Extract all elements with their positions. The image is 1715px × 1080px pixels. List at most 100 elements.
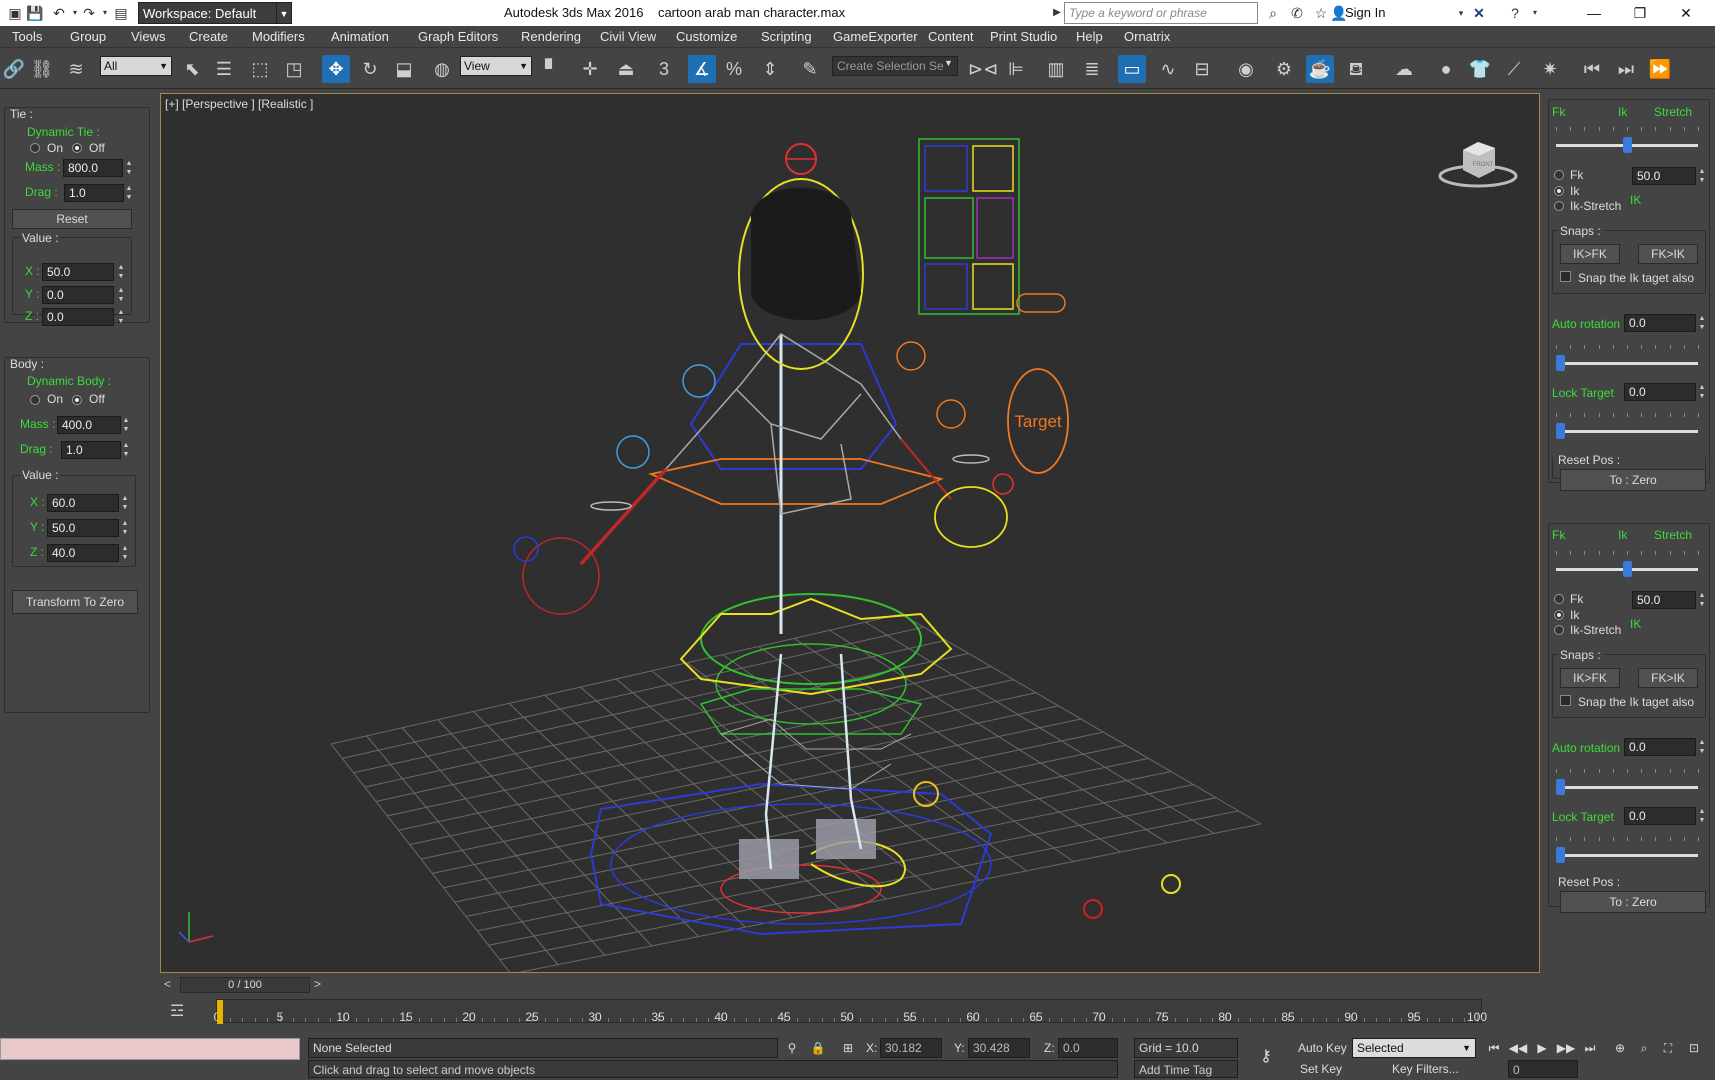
workspace-dropdown[interactable]: Workspace: Default ▼ bbox=[138, 2, 292, 24]
fk-ik-value-spinner[interactable]: ▲ ▼ bbox=[1697, 591, 1707, 609]
time-slider-prev-icon[interactable]: < bbox=[164, 977, 171, 991]
menu-gameexporter[interactable]: GameExporter bbox=[833, 29, 918, 44]
menu-print-studio[interactable]: Print Studio bbox=[990, 29, 1057, 44]
torso-controls[interactable] bbox=[648, 334, 944, 634]
select-and-manipulate-icon[interactable]: ✛ bbox=[576, 55, 604, 83]
to-zero-button[interactable]: To : Zero bbox=[1560, 469, 1706, 491]
bind-space-warp-icon[interactable]: ≋ bbox=[62, 55, 90, 83]
snap-ik-target-checkbox[interactable] bbox=[1560, 695, 1571, 706]
add-time-tag-button[interactable]: Add Time Tag bbox=[1134, 1060, 1238, 1078]
go-to-start-icon[interactable]: ⏮ bbox=[1484, 1039, 1504, 1057]
render-setup-icon[interactable]: ⚙ bbox=[1270, 55, 1298, 83]
body-mass-field[interactable]: 400.0 bbox=[57, 416, 121, 434]
auto-rotation-spinner[interactable]: ▲ ▼ bbox=[1697, 314, 1707, 332]
fk-ik-value-spinner[interactable]: ▲ ▼ bbox=[1697, 167, 1707, 185]
pelvis-controls[interactable] bbox=[679, 593, 953, 735]
transform-to-zero-button[interactable]: Transform To Zero bbox=[12, 590, 138, 614]
lock-target-slider-track[interactable] bbox=[1556, 430, 1698, 433]
tie-x-spinner[interactable]: ▲ ▼ bbox=[116, 263, 126, 281]
select-and-place-icon[interactable]: ◍ bbox=[428, 55, 456, 83]
workspace-menu-button[interactable]: ▼ bbox=[276, 2, 292, 24]
named-selection-set-dropdown[interactable]: Create Selection Se bbox=[832, 56, 958, 76]
menu-modifiers[interactable]: Modifiers bbox=[252, 29, 305, 44]
menu-rendering[interactable]: Rendering bbox=[521, 29, 581, 44]
auto-rotation-field[interactable]: 0.0 bbox=[1624, 738, 1696, 756]
select-by-name-icon[interactable]: ☰ bbox=[210, 55, 238, 83]
menu-help[interactable]: Help bbox=[1076, 29, 1103, 44]
rendered-frame-window-icon[interactable]: ☕ bbox=[1306, 55, 1334, 83]
coord-z-field[interactable]: 0.0 bbox=[1058, 1038, 1118, 1058]
fk-ik-slider-thumb[interactable] bbox=[1623, 561, 1632, 577]
tie-off-radio[interactable] bbox=[72, 143, 82, 153]
tie-mass-field[interactable]: 800.0 bbox=[63, 159, 123, 177]
align-icon[interactable]: ⊫ bbox=[1002, 55, 1030, 83]
render-in-cloud-icon[interactable]: ☁ bbox=[1390, 55, 1418, 83]
tie-drag-spinner[interactable]: ▲ ▼ bbox=[124, 184, 134, 202]
body-y-field[interactable]: 50.0 bbox=[47, 519, 119, 537]
body-off-radio[interactable] bbox=[72, 395, 82, 405]
curve-editor-icon[interactable]: ∿ bbox=[1154, 55, 1182, 83]
ik-radio[interactable] bbox=[1554, 610, 1564, 620]
select-and-scale-icon[interactable]: ⬓ bbox=[390, 55, 418, 83]
layer-explorer-icon[interactable]: ≣ bbox=[1078, 55, 1106, 83]
edit-named-selection-icon[interactable]: ✎ bbox=[796, 55, 824, 83]
rectangular-selection-icon[interactable]: ⬚ bbox=[246, 55, 274, 83]
minimize-button[interactable]: — bbox=[1571, 0, 1617, 26]
key-mode-dropdown[interactable]: Selected ▼ bbox=[1352, 1038, 1476, 1058]
hair-brush-icon[interactable]: ⟋ bbox=[1500, 55, 1528, 83]
favorites-star-icon[interactable]: ☆ bbox=[1312, 4, 1330, 22]
body-x-spinner[interactable]: ▲ ▼ bbox=[120, 494, 130, 512]
tie-x-field[interactable]: 50.0 bbox=[42, 263, 114, 281]
help-dropdown-icon[interactable]: ▾ bbox=[1526, 4, 1544, 22]
render-production-icon[interactable]: ⛾ bbox=[1342, 55, 1370, 83]
misc-controls[interactable] bbox=[590, 341, 1181, 919]
ik-stretch-radio[interactable] bbox=[1554, 625, 1564, 635]
exchange-icon[interactable]: ✕ bbox=[1470, 4, 1488, 22]
link-icon[interactable]: 🔗 bbox=[0, 55, 28, 83]
previous-frame-icon[interactable]: ◀◀ bbox=[1508, 1039, 1528, 1057]
body-mass-spinner[interactable]: ▲ ▼ bbox=[121, 416, 131, 434]
scene-explorer-icon[interactable]: ▥ bbox=[1042, 55, 1070, 83]
tie-y-field[interactable]: 0.0 bbox=[42, 286, 114, 304]
current-frame-marker[interactable] bbox=[217, 1000, 223, 1024]
zoom-icon[interactable]: ⌕ bbox=[1634, 1039, 1654, 1057]
select-and-move-icon[interactable]: ✥ bbox=[322, 55, 350, 83]
current-frame-field[interactable]: 0 bbox=[1508, 1060, 1578, 1078]
absolute-mode-icon[interactable]: ⊞ bbox=[838, 1039, 858, 1057]
play-key-icon[interactable]: ⏭ bbox=[1612, 55, 1640, 83]
ik-to-fk-button[interactable]: IK>FK bbox=[1560, 244, 1620, 264]
head-control[interactable] bbox=[738, 143, 864, 370]
auto-rotation-slider-thumb[interactable] bbox=[1556, 779, 1565, 795]
face-control-board[interactable] bbox=[918, 138, 1066, 315]
schematic-view-icon[interactable]: ⊟ bbox=[1188, 55, 1216, 83]
fk-ik-value-field[interactable]: 50.0 bbox=[1632, 167, 1696, 185]
tie-y-spinner[interactable]: ▲ ▼ bbox=[116, 286, 126, 304]
select-object-icon[interactable]: ⬉ bbox=[178, 55, 206, 83]
menu-civil-view[interactable]: Civil View bbox=[600, 29, 656, 44]
mini-curve-editor-icon[interactable]: ☲ bbox=[170, 1001, 184, 1021]
window-crossing-icon[interactable]: ◳ bbox=[280, 55, 308, 83]
next-frame-icon[interactable]: ▶▶ bbox=[1556, 1039, 1576, 1057]
field-of-view-icon[interactable]: ⛶ bbox=[1658, 1039, 1678, 1057]
target-control[interactable]: Target bbox=[1007, 368, 1069, 474]
maxscript-listener-mini[interactable] bbox=[0, 1038, 300, 1060]
body-drag-field[interactable]: 1.0 bbox=[61, 441, 121, 459]
lock-target-slider-thumb[interactable] bbox=[1556, 423, 1565, 439]
auto-rotation-field[interactable]: 0.0 bbox=[1624, 314, 1696, 332]
auto-rotation-slider-track[interactable] bbox=[1556, 362, 1698, 365]
material-editor-icon[interactable]: ◉ bbox=[1232, 55, 1260, 83]
isolate-selection-icon[interactable]: ⚲ bbox=[782, 1039, 802, 1057]
auto-key-button[interactable]: Auto Key bbox=[1298, 1041, 1347, 1055]
ik-stretch-radio[interactable] bbox=[1554, 201, 1564, 211]
scene-canvas[interactable]: Target bbox=[161, 94, 1540, 973]
set-keys-key-icon[interactable]: ⚷ bbox=[1256, 1048, 1276, 1066]
fk-radio[interactable] bbox=[1554, 170, 1564, 180]
lock-target-slider-track[interactable] bbox=[1556, 854, 1698, 857]
magic-wand-icon[interactable]: ✷ bbox=[1536, 55, 1564, 83]
restore-button[interactable]: ❐ bbox=[1617, 0, 1663, 26]
menu-content[interactable]: Content bbox=[928, 29, 974, 44]
select-and-rotate-icon[interactable]: ↻ bbox=[356, 55, 384, 83]
perspective-viewport[interactable]: [+] [Perspective ] [Realistic ] Target F… bbox=[160, 93, 1540, 973]
communication-center-icon[interactable]: ✆ bbox=[1288, 4, 1306, 22]
set-key-button[interactable]: Set Key bbox=[1300, 1062, 1342, 1076]
